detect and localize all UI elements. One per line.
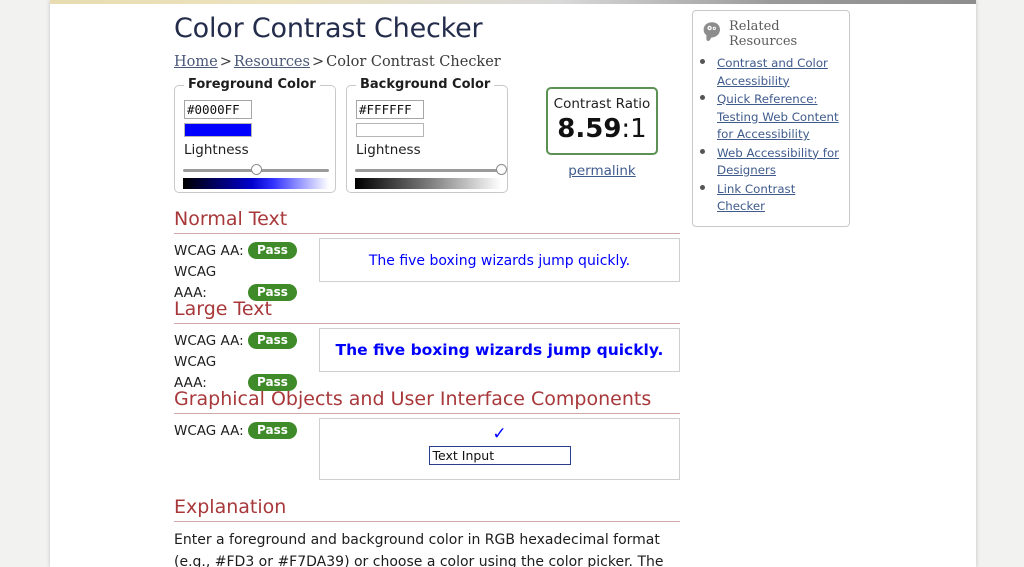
background-lightness-slider[interactable] xyxy=(355,164,507,176)
permalink-link[interactable]: permalink xyxy=(546,163,658,179)
section-graphical-objects: Graphical Objects and User Interface Com… xyxy=(174,387,874,483)
related-resources-panel: Related Resources Contrast and Color Acc… xyxy=(692,10,850,227)
graphical-objects-aa-label: WCAG AA: xyxy=(174,423,244,439)
large-text-aa-label: WCAG AA: xyxy=(174,333,244,349)
page-sheet: Color Contrast Checker Home > Resources > Co… xyxy=(50,0,976,567)
related-resources-header: Related Resources xyxy=(702,19,840,49)
normal-text-aaa-row: WCAG AAA: Pass xyxy=(174,262,314,301)
section-large-text: Large Text WCAG AA: Pass WCAG AAA: Pass Th… xyxy=(174,297,874,391)
contrast-ratio-value: 8.59:1 xyxy=(552,114,652,144)
contrast-ratio-card: Contrast Ratio 8.59:1 xyxy=(546,87,658,155)
foreground-color-swatch[interactable] xyxy=(184,123,252,137)
normal-text-aa-label: WCAG AA: xyxy=(174,243,244,259)
foreground-lightness-label: Lightness xyxy=(184,142,249,158)
graphical-objects-aa-badge: Pass xyxy=(248,422,297,439)
breadcrumb-current: Color Contrast Checker xyxy=(326,54,501,70)
browser-viewport: Color Contrast Checker Home > Resources > Co… xyxy=(0,0,1024,567)
graphical-objects-sample-box: ✓ Text Input xyxy=(319,418,680,480)
normal-text-results: WCAG AA: Pass WCAG AAA: Pass The five boxi… xyxy=(174,238,874,301)
normal-text-aa-row: WCAG AA: Pass xyxy=(174,241,314,262)
related-link-4[interactable]: Link Contrast Checker xyxy=(717,182,795,214)
background-hex-input[interactable]: #FFFFFF xyxy=(356,100,424,119)
normal-text-aaa-badge: Pass xyxy=(248,284,297,301)
related-link-1[interactable]: Contrast and Color Accessibility xyxy=(717,56,828,88)
list-item: Web Accessibility for Designers xyxy=(717,144,840,179)
large-text-aa-badge: Pass xyxy=(248,332,297,349)
foreground-color-panel: Foreground Color #0000FF Lightness xyxy=(174,77,336,193)
related-link-3[interactable]: Web Accessibility for Designers xyxy=(717,146,839,178)
large-text-sample: The five boxing wizards jump quickly. xyxy=(335,341,664,359)
related-resources-list: Contrast and Color Accessibility Quick R… xyxy=(702,54,840,215)
background-gradient-bar xyxy=(355,178,501,189)
graphical-objects-criteria: WCAG AA: Pass xyxy=(174,421,314,442)
background-color-panel: Background Color #FFFFFF Lightness xyxy=(346,77,508,193)
normal-text-sample-box: The five boxing wizards jump quickly. xyxy=(319,238,680,282)
explanation-body: Enter a foreground and background color … xyxy=(174,532,664,567)
list-item: Link Contrast Checker xyxy=(717,180,840,215)
explanation-heading: Explanation xyxy=(174,495,680,522)
contrast-ratio-caption: Contrast Ratio xyxy=(553,96,651,112)
graphical-objects-heading: Graphical Objects and User Interface Com… xyxy=(174,387,680,414)
breadcrumb-separator-2: > xyxy=(311,54,325,70)
foreground-legend: Foreground Color xyxy=(184,77,320,92)
foreground-hex-input[interactable]: #0000FF xyxy=(184,100,252,119)
brain-head-icon xyxy=(702,21,722,47)
large-text-aaa-label: WCAG AAA: xyxy=(174,354,217,391)
breadcrumb-link-home[interactable]: Home xyxy=(174,54,218,70)
graphical-objects-aa-row: WCAG AA: Pass xyxy=(174,421,314,442)
large-text-aa-row: WCAG AA: Pass xyxy=(174,331,314,352)
background-lightness-label: Lightness xyxy=(356,142,421,158)
normal-text-aaa-label: WCAG AAA: xyxy=(174,264,217,301)
large-text-sample-box: The five boxing wizards jump quickly. xyxy=(319,328,680,372)
list-item: Quick Reference: Testing Web Content for… xyxy=(717,90,840,143)
large-text-criteria: WCAG AA: Pass WCAG AAA: Pass xyxy=(174,331,314,391)
related-resources-title: Related Resources xyxy=(729,19,798,49)
foreground-lightness-slider[interactable] xyxy=(183,164,329,176)
breadcrumb-separator-1: > xyxy=(219,54,232,70)
background-color-swatch[interactable] xyxy=(356,123,424,137)
background-slider-track xyxy=(355,169,501,172)
normal-text-sample: The five boxing wizards jump quickly. xyxy=(368,253,631,269)
large-text-results: WCAG AA: Pass WCAG AAA: Pass The five boxi… xyxy=(174,328,874,391)
large-text-aaa-badge: Pass xyxy=(248,374,297,391)
graphical-objects-results: WCAG AA: Pass ✓ Text Input xyxy=(174,418,874,483)
foreground-slider-thumb[interactable] xyxy=(251,164,262,175)
section-explanation: Explanation Enter a foreground and backg… xyxy=(174,495,874,567)
background-legend: Background Color xyxy=(356,77,495,92)
background-slider-thumb[interactable] xyxy=(496,164,507,175)
large-text-heading: Large Text xyxy=(174,297,680,324)
list-item: Contrast and Color Accessibility xyxy=(717,54,840,89)
breadcrumb-link-resources[interactable]: Resources xyxy=(234,54,310,70)
normal-text-criteria: WCAG AA: Pass WCAG AAA: Pass xyxy=(174,241,314,301)
normal-text-aa-badge: Pass xyxy=(248,242,297,259)
contrast-ratio-number: 8.59 xyxy=(557,114,622,144)
contrast-ratio-block: Contrast Ratio 8.59:1 permalink xyxy=(546,87,658,179)
contrast-ratio-suffix: :1 xyxy=(621,114,647,144)
normal-text-heading: Normal Text xyxy=(174,207,680,234)
large-text-aaa-row: WCAG AAA: Pass xyxy=(174,352,314,391)
sample-text-input[interactable]: Text Input xyxy=(428,446,571,465)
checkmark-icon: ✓ xyxy=(492,424,507,444)
related-link-2[interactable]: Quick Reference: Testing Web Content for… xyxy=(717,92,839,141)
foreground-gradient-bar xyxy=(183,178,329,189)
page-top-accent-bar xyxy=(50,0,976,4)
